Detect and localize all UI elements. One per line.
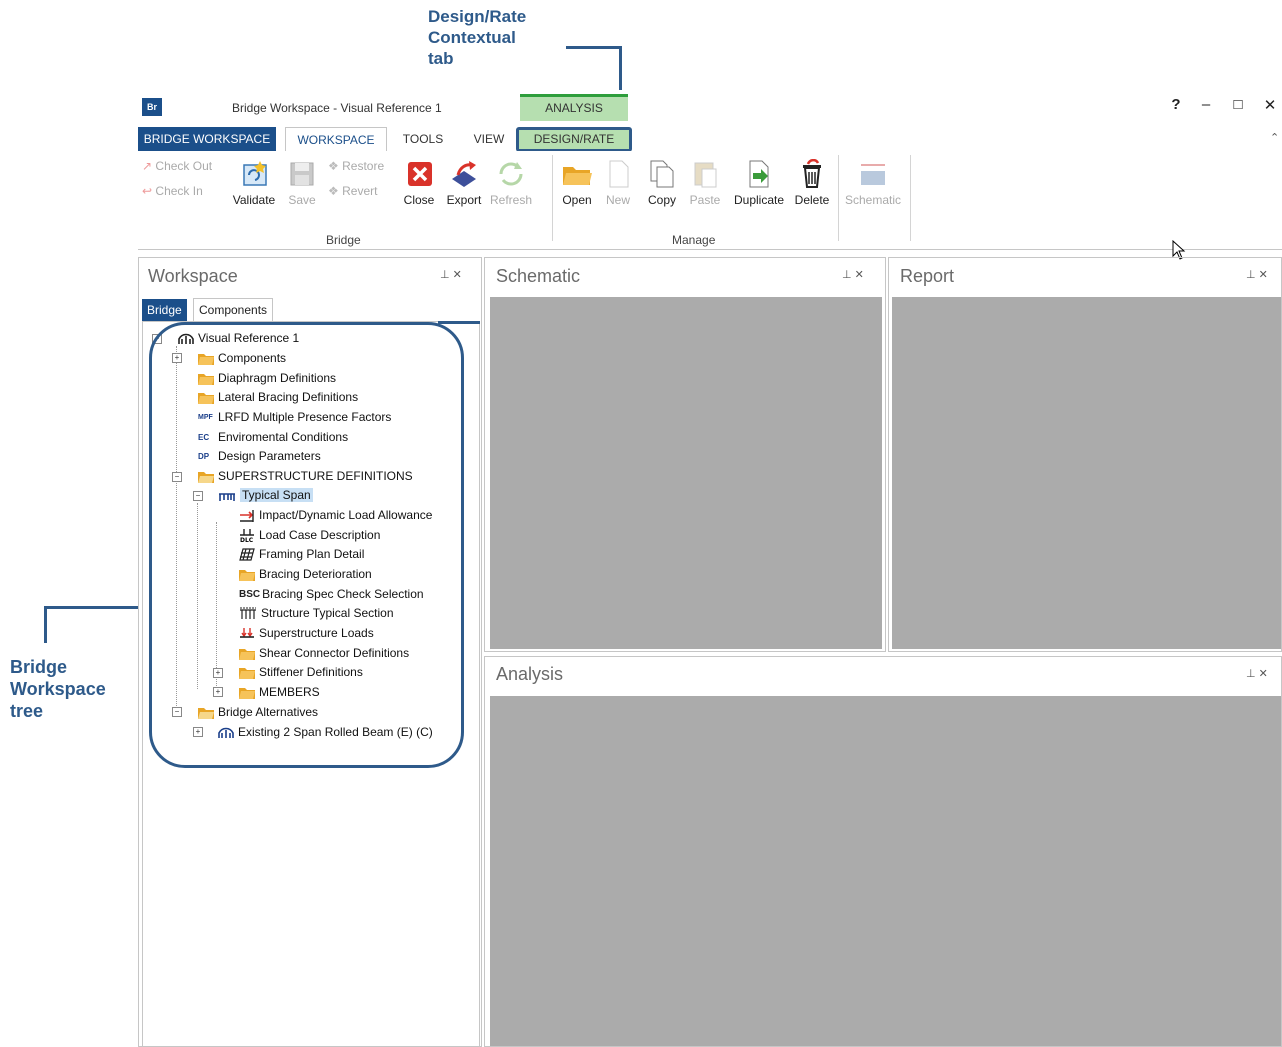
refresh-icon: [499, 162, 523, 186]
export-button[interactable]: Export: [442, 159, 486, 207]
panel-frame: [484, 257, 886, 652]
tab-design-rate[interactable]: DESIGN/RATE: [516, 127, 632, 152]
save-button[interactable]: Save: [284, 159, 320, 207]
save-label: Save: [288, 193, 316, 207]
check-out-label: Check Out: [155, 159, 213, 173]
check-out-button[interactable]: ↗ Check Out: [142, 159, 212, 173]
group-separator: [910, 155, 911, 241]
callout-line-2: Contextual: [428, 28, 516, 47]
refresh-label: Refresh: [489, 193, 533, 207]
callout-connector: [44, 606, 152, 609]
revert-button[interactable]: ❖ Revert: [328, 184, 377, 198]
new-button[interactable]: New: [600, 159, 636, 207]
paste-button[interactable]: Paste: [686, 159, 724, 207]
check-in-button[interactable]: ↩ Check In: [142, 184, 203, 198]
callout-line-1: Bridge: [10, 657, 68, 677]
copy-label: Copy: [647, 193, 676, 207]
close-button[interactable]: Close: [400, 159, 438, 207]
panel-frame: [888, 257, 1282, 652]
tree-callout: Bridge Workspace tree: [10, 656, 106, 722]
ribbon-tabs: BRIDGE WORKSPACE WORKSPACE TOOLS VIEW DE…: [138, 127, 1282, 153]
bridge-group-label: Bridge: [326, 233, 361, 247]
callout-line-1: Design/Rate: [428, 7, 527, 26]
restore-button[interactable]: ❖ Restore: [328, 159, 384, 173]
collapse-ribbon-icon[interactable]: ⌃: [1270, 131, 1279, 144]
check-out-icon: ↗: [142, 159, 153, 173]
validate-label: Validate: [232, 193, 276, 207]
copy-button[interactable]: Copy: [644, 159, 680, 207]
new-document-icon: [609, 160, 629, 188]
paste-icon: [694, 162, 717, 188]
open-button[interactable]: Open: [558, 159, 596, 207]
tree-highlight-outline: [149, 322, 464, 768]
design-rate-callout: Design/Rate Contextual tab: [428, 6, 526, 69]
tab-workspace[interactable]: WORKSPACE: [285, 127, 387, 153]
app-logo: Br: [142, 98, 162, 116]
check-in-icon: ↩: [142, 184, 153, 198]
panel-frame: [484, 656, 1282, 1047]
open-label: Open: [562, 193, 592, 207]
title-bar: Br Bridge Workspace - Visual Reference 1…: [138, 90, 1282, 126]
revert-icon: ❖: [328, 184, 339, 198]
tab-tools[interactable]: TOOLS: [395, 127, 451, 151]
window-title: Bridge Workspace - Visual Reference 1: [232, 101, 442, 115]
callout-line-2: Workspace: [10, 679, 106, 699]
new-label: New: [605, 193, 630, 207]
maximize-button[interactable]: □: [1228, 96, 1248, 113]
close-icon: [408, 162, 432, 186]
delete-label: Delete: [794, 193, 830, 207]
schematic-button[interactable]: Schematic: [842, 159, 904, 207]
open-folder-icon: [563, 167, 592, 185]
schematic-label: Schematic: [844, 193, 902, 207]
callout-line-3: tab: [428, 49, 454, 68]
callout-connector: [44, 607, 47, 643]
restore-label: Restore: [342, 159, 385, 173]
manage-group-label: Manage: [672, 233, 716, 247]
tab-bridge-workspace[interactable]: BRIDGE WORKSPACE: [138, 127, 276, 151]
refresh-button[interactable]: Refresh: [488, 159, 534, 207]
callout-line-3: tree: [10, 701, 44, 721]
help-icon[interactable]: ?: [1166, 96, 1186, 113]
revert-label: Revert: [342, 184, 378, 198]
minimize-button[interactable]: –: [1196, 96, 1216, 113]
tab-view[interactable]: VIEW: [464, 127, 514, 151]
close-label: Close: [403, 193, 435, 207]
schematic-icon: [861, 164, 885, 185]
close-window-button[interactable]: ✕: [1260, 96, 1280, 114]
paste-label: Paste: [689, 193, 721, 207]
duplicate-button[interactable]: Duplicate: [728, 159, 790, 207]
analysis-contextual-group[interactable]: ANALYSIS: [520, 94, 628, 121]
duplicate-icon: [749, 160, 769, 188]
duplicate-label: Duplicate: [733, 193, 785, 207]
group-separator: [838, 155, 839, 241]
save-icon: [290, 162, 314, 186]
restore-icon: ❖: [328, 159, 339, 173]
export-icon: [452, 161, 476, 187]
ribbon: ↗ Check Out ↩ Check In Validate Save ❖ R…: [138, 151, 1282, 250]
delete-button[interactable]: Delete: [792, 159, 832, 207]
trash-icon: [803, 159, 821, 188]
check-in-label: Check In: [155, 184, 203, 198]
validate-icon: [243, 161, 267, 186]
tree-highlight-tail: [438, 321, 480, 324]
app-window: Br Bridge Workspace - Visual Reference 1…: [138, 90, 1282, 1047]
group-separator: [552, 155, 553, 241]
copy-icon: [650, 160, 674, 188]
callout-connector: [566, 46, 622, 49]
validate-button[interactable]: Validate: [228, 159, 280, 207]
export-label: Export: [446, 193, 482, 207]
